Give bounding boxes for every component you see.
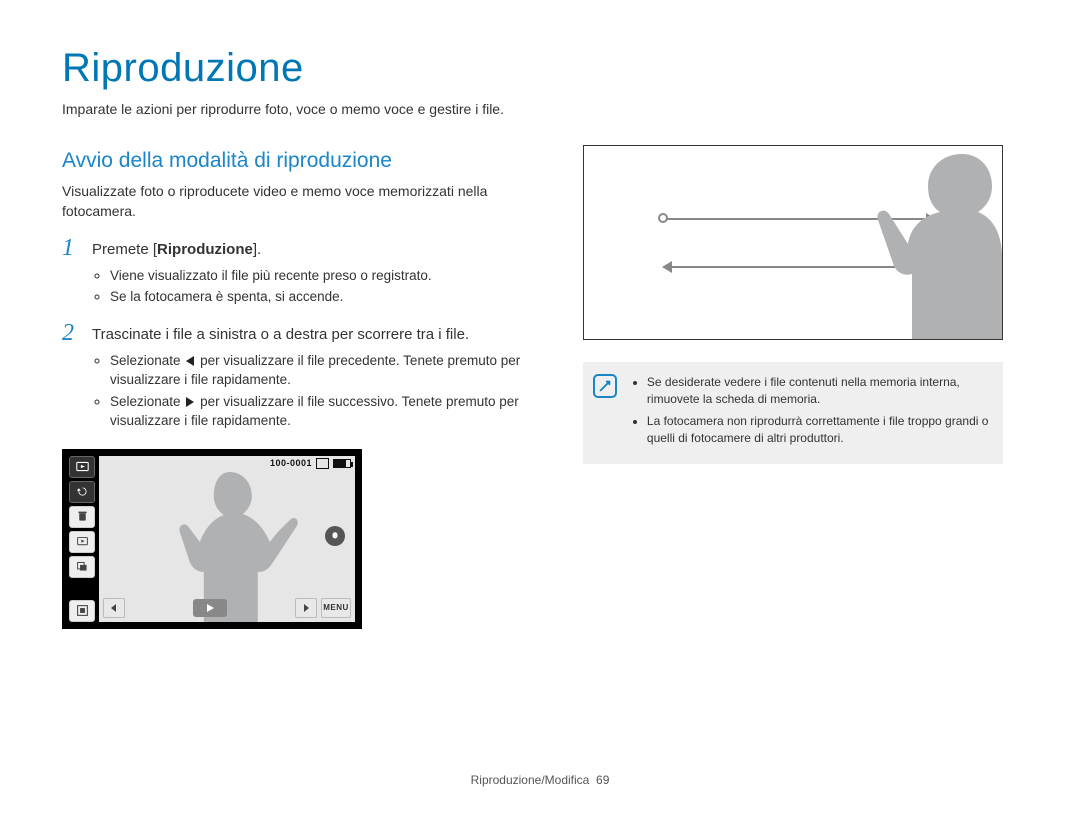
step2-bullets: Selezionate per visualizzare il file pre… bbox=[92, 351, 543, 431]
step-number: 2 bbox=[62, 321, 80, 435]
step2-bullet-1: Selezionate per visualizzare il file pre… bbox=[110, 351, 543, 390]
menu-button: MENU bbox=[321, 598, 351, 618]
b2-pre: Selezionate bbox=[110, 394, 184, 409]
step1-prefix: Premete [ bbox=[92, 241, 157, 258]
step1-bullet-1: Viene visualizzato il file più recente p… bbox=[110, 266, 432, 286]
footer-section: Riproduzione/Modifica bbox=[471, 773, 590, 787]
camera-side-toolbar bbox=[69, 456, 95, 622]
battery-icon bbox=[333, 459, 351, 468]
slideshow-icon bbox=[69, 531, 95, 553]
swipe-illustration bbox=[583, 145, 1003, 340]
steps-list: 1 Premete [Riproduzione]. Viene visualiz… bbox=[62, 236, 543, 435]
step1-suffix: ]. bbox=[253, 241, 261, 258]
step-2: 2 Trascinate i file a sinistra o a destr… bbox=[62, 321, 543, 435]
arrow-head-icon bbox=[662, 261, 672, 273]
step-body: Premete [Riproduzione]. Viene visualizza… bbox=[92, 236, 432, 311]
page-title: Riproduzione bbox=[62, 46, 1018, 91]
page-footer: Riproduzione/Modifica 69 bbox=[0, 773, 1080, 787]
note-icon bbox=[593, 374, 617, 398]
step1-bullet-2: Se la fotocamera è spenta, si accende. bbox=[110, 287, 432, 307]
column-right: Se desiderate vedere i file contenuti ne… bbox=[583, 145, 1018, 629]
voice-memo-icon bbox=[325, 526, 345, 546]
multi-view-icon bbox=[69, 556, 95, 578]
page-intro: Imparate le azioni per riprodurre foto, … bbox=[62, 101, 1018, 117]
adult-silhouette bbox=[852, 144, 1002, 339]
note-item-1: Se desiderate vedere i file contenuti ne… bbox=[647, 374, 989, 409]
section-intro: Visualizzate foto o riproducete video e … bbox=[62, 181, 543, 222]
content-columns: Avvio della modalità di riproduzione Vis… bbox=[62, 145, 1018, 629]
manual-page: Riproduzione Imparate le azioni per ripr… bbox=[0, 0, 1080, 815]
file-counter: 100-0001 bbox=[270, 458, 312, 468]
next-file-button bbox=[295, 598, 317, 618]
rotate-icon bbox=[69, 481, 95, 503]
note-box: Se desiderate vedere i file contenuti ne… bbox=[583, 362, 1003, 464]
camera-status-bar: 100-0001 bbox=[270, 458, 351, 469]
step-body: Trascinate i file a sinistra o a destra … bbox=[92, 321, 543, 435]
step-number: 1 bbox=[62, 236, 80, 311]
column-left: Avvio della modalità di riproduzione Vis… bbox=[62, 145, 543, 629]
playback-mode-icon bbox=[69, 456, 95, 478]
section-heading: Avvio della modalità di riproduzione bbox=[62, 149, 543, 173]
step1-bold: Riproduzione bbox=[157, 241, 253, 258]
camera-main-view: 100-0001 bbox=[99, 456, 355, 622]
note-list: Se desiderate vedere i file contenuti ne… bbox=[631, 374, 989, 452]
arrow-origin-dot bbox=[658, 213, 668, 223]
thumbnail-icon bbox=[69, 600, 95, 622]
play-button bbox=[193, 599, 227, 617]
camera-bottom-bar: MENU bbox=[103, 598, 351, 618]
triangle-left-icon bbox=[186, 356, 194, 366]
note-item-2: La fotocamera non riprodurrà correttamen… bbox=[647, 413, 989, 448]
footer-page-number: 69 bbox=[596, 773, 609, 787]
b1-pre: Selezionate bbox=[110, 353, 184, 368]
step-1: 1 Premete [Riproduzione]. Viene visualiz… bbox=[62, 236, 543, 311]
step2-text: Trascinate i file a sinistra o a destra … bbox=[92, 326, 469, 343]
sd-card-icon bbox=[316, 458, 329, 469]
step2-bullet-2: Selezionate per visualizzare il file suc… bbox=[110, 392, 543, 431]
step1-bullets: Viene visualizzato il file più recente p… bbox=[92, 266, 432, 307]
delete-icon bbox=[69, 506, 95, 528]
prev-file-button bbox=[103, 598, 125, 618]
camera-screenshot: 100-0001 bbox=[62, 449, 362, 629]
triangle-right-icon bbox=[186, 397, 194, 407]
